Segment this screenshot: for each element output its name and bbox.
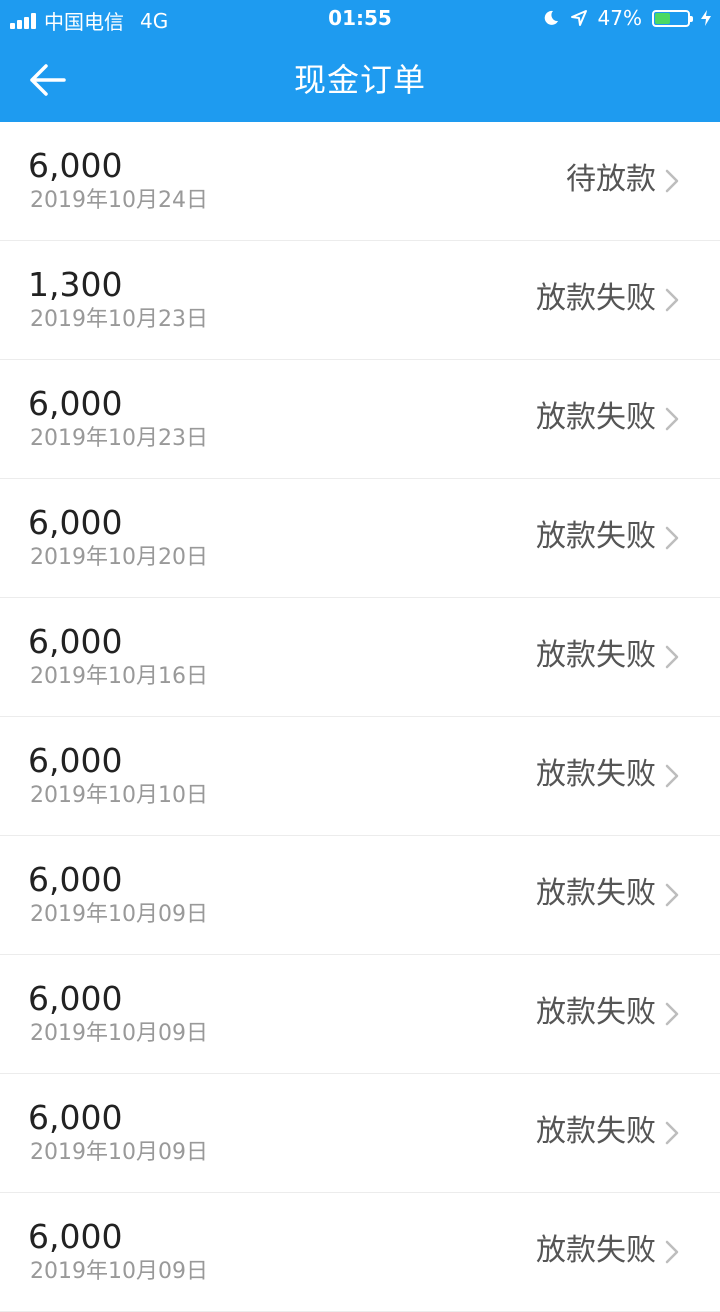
- chevron-right-icon: [665, 1121, 679, 1145]
- order-status: 待放款: [566, 162, 656, 197]
- status-right: 47%: [542, 6, 712, 30]
- order-date: 2019年10月10日: [30, 783, 208, 808]
- order-status: 放款失败: [536, 1114, 656, 1149]
- charging-icon: [701, 10, 711, 26]
- order-amount: 6,000: [28, 146, 123, 185]
- order-status: 放款失败: [536, 1233, 656, 1268]
- order-date: 2019年10月16日: [30, 664, 208, 689]
- page-title: 现金订单: [293, 61, 426, 99]
- order-row[interactable]: 6,000 2019年10月24日 待放款: [0, 122, 720, 241]
- order-status: 放款失败: [536, 400, 656, 435]
- battery-percent: 47%: [597, 6, 642, 30]
- order-date: 2019年10月09日: [30, 902, 208, 927]
- chevron-right-icon: [665, 1240, 679, 1264]
- chevron-right-icon: [665, 883, 679, 907]
- order-row[interactable]: 6,000 2019年10月23日 放款失败: [0, 360, 720, 479]
- order-date: 2019年10月23日: [30, 426, 208, 451]
- order-amount: 6,000: [28, 1217, 123, 1256]
- order-row[interactable]: 6,000 2019年10月10日 放款失败: [0, 717, 720, 836]
- battery-icon: [652, 9, 693, 27]
- order-status: 放款失败: [536, 281, 656, 316]
- order-amount: 6,000: [28, 384, 123, 423]
- order-date: 2019年10月09日: [30, 1140, 208, 1165]
- order-row[interactable]: 6,000 2019年10月09日 放款失败: [0, 836, 720, 955]
- order-status: 放款失败: [536, 757, 656, 792]
- chevron-right-icon: [665, 169, 679, 193]
- chevron-right-icon: [665, 1002, 679, 1026]
- order-date: 2019年10月09日: [30, 1021, 208, 1046]
- order-list: 6,000 2019年10月24日 待放款 1,300 2019年10月23日 放款失败 6…: [0, 122, 720, 1312]
- order-amount: 6,000: [28, 860, 123, 899]
- chevron-right-icon: [665, 764, 679, 788]
- nav-bar: 现金订单: [0, 38, 720, 122]
- order-amount: 1,300: [28, 265, 123, 304]
- order-row[interactable]: 6,000 2019年10月20日 放款失败: [0, 479, 720, 598]
- chevron-right-icon: [665, 407, 679, 431]
- app-header: 中国电信 4G 01:55 47% 现金订单: [0, 0, 720, 122]
- order-row[interactable]: 6,000 2019年10月09日 放款失败: [0, 955, 720, 1074]
- order-date: 2019年10月24日: [30, 188, 208, 213]
- order-status: 放款失败: [536, 638, 656, 673]
- order-amount: 6,000: [28, 622, 123, 661]
- order-row[interactable]: 6,000 2019年10月09日 放款失败: [0, 1074, 720, 1193]
- chevron-right-icon: [665, 526, 679, 550]
- order-amount: 6,000: [28, 979, 123, 1018]
- order-row[interactable]: 6,000 2019年10月09日 放款失败: [0, 1193, 720, 1312]
- chevron-right-icon: [665, 288, 679, 312]
- order-status: 放款失败: [536, 876, 656, 911]
- status-bar: 中国电信 4G 01:55 47%: [0, 0, 720, 38]
- order-status: 放款失败: [536, 519, 656, 554]
- order-status: 放款失败: [536, 995, 656, 1030]
- order-row[interactable]: 6,000 2019年10月16日 放款失败: [0, 598, 720, 717]
- chevron-right-icon: [665, 645, 679, 669]
- location-arrow-icon: [570, 10, 587, 26]
- order-row[interactable]: 1,300 2019年10月23日 放款失败: [0, 241, 720, 360]
- order-amount: 6,000: [28, 1098, 123, 1137]
- order-amount: 6,000: [28, 741, 123, 780]
- order-date: 2019年10月09日: [30, 1259, 208, 1284]
- order-date: 2019年10月23日: [30, 307, 208, 332]
- order-date: 2019年10月20日: [30, 545, 208, 570]
- moon-icon: [544, 10, 558, 25]
- battery-fill: [655, 12, 670, 24]
- order-amount: 6,000: [28, 503, 123, 542]
